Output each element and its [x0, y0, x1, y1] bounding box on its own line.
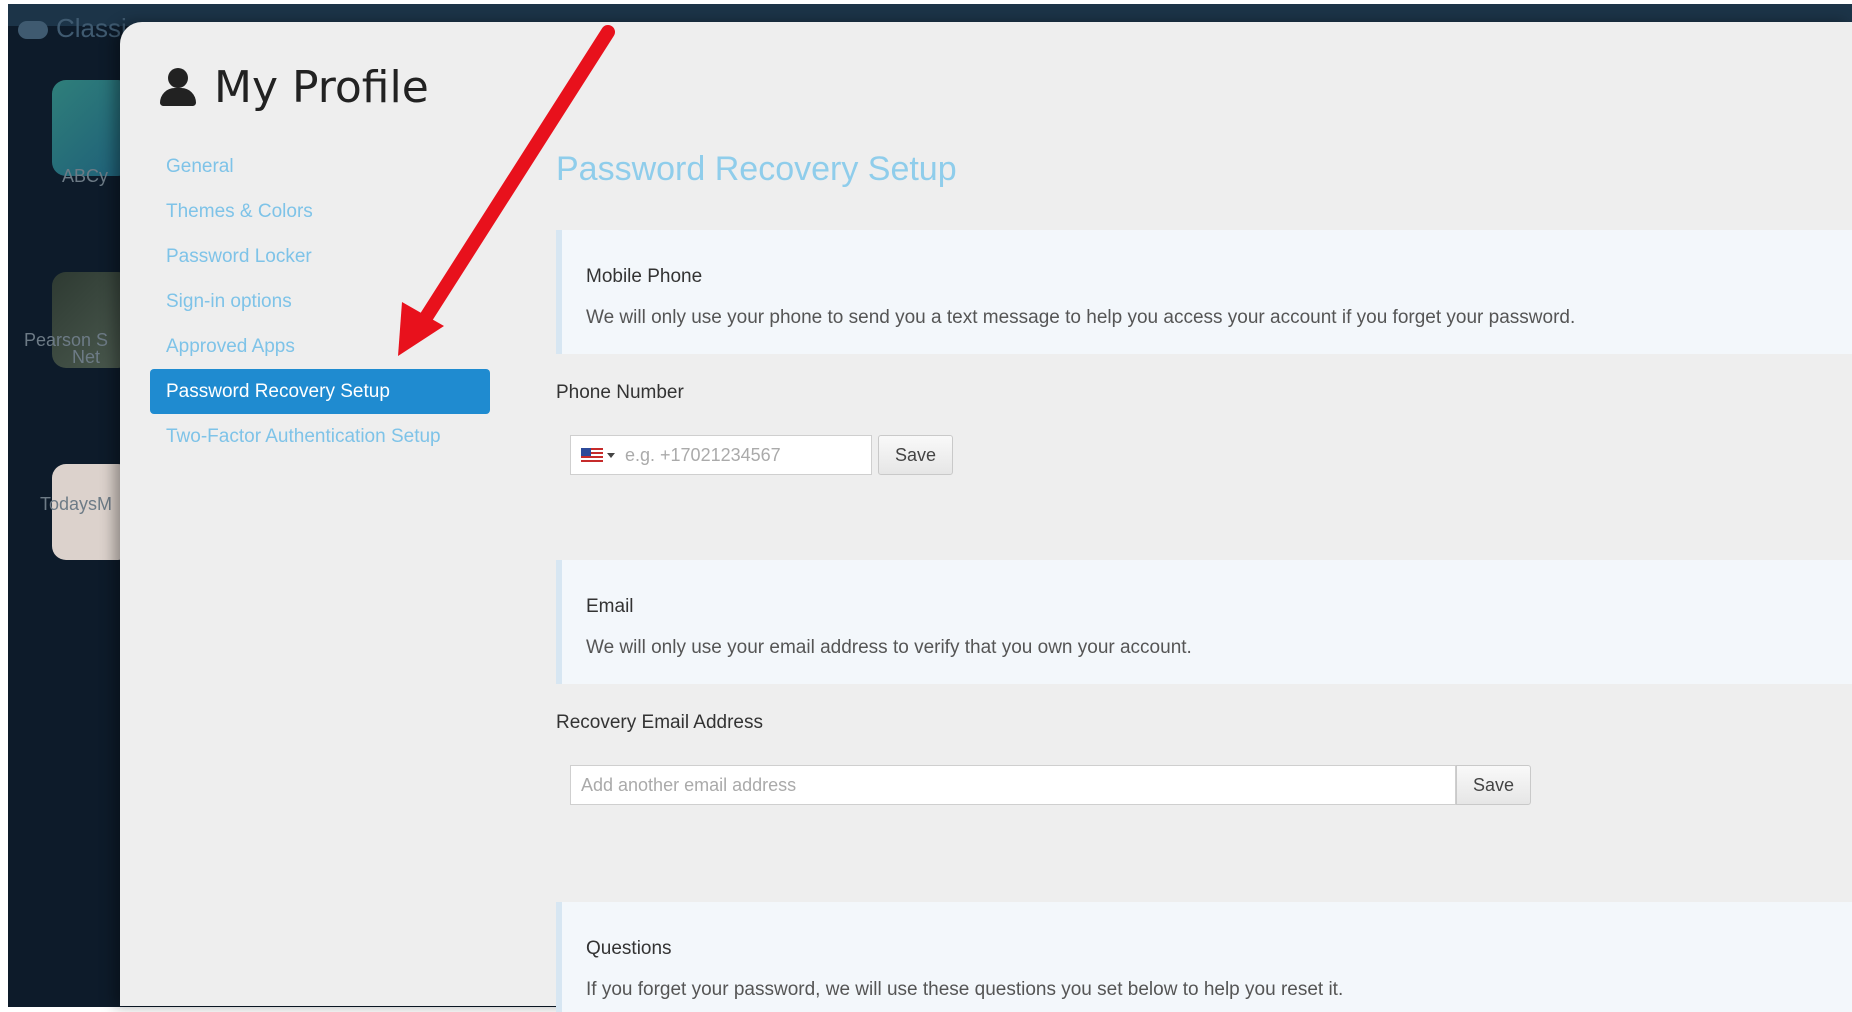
email-title: Email — [586, 596, 634, 617]
email-info: Email We will only use your email addres… — [556, 560, 1852, 684]
save-phone-button[interactable]: Save — [878, 435, 954, 475]
mobile-phone-title: Mobile Phone — [586, 266, 703, 287]
questions-title: Questions — [586, 938, 672, 959]
phone-placeholder: e.g. +17021234567 — [625, 444, 781, 465]
app-tile-label: ABCy — [62, 166, 109, 186]
save-email-button[interactable]: Save — [1456, 765, 1532, 805]
background-brand: Classi — [18, 4, 127, 52]
email-description: We will only use your email address to v… — [586, 637, 1192, 658]
questions-description: If you forget your password, we will use… — [586, 979, 1344, 1000]
nav-item-password-locker[interactable]: Password Locker — [150, 234, 490, 279]
recovery-email-label: Recovery Email Address — [556, 712, 763, 733]
mobile-phone-description: We will only use your phone to send you … — [586, 307, 1576, 328]
nav-item-sign-in-options[interactable]: Sign-in options — [150, 279, 490, 324]
nav-item-password-recovery-setup[interactable]: Password Recovery Setup — [150, 369, 490, 414]
recovery-email-field[interactable]: Add another email address — [570, 765, 1456, 805]
nav-item-approved-apps[interactable]: Approved Apps — [150, 324, 490, 369]
email-input-group: Add another email address Save — [570, 765, 1532, 805]
email-placeholder: Add another email address — [581, 774, 797, 795]
my-profile-panel: My Profile General Themes & Colors Passw… — [120, 22, 1852, 1012]
nav-item-themes-colors[interactable]: Themes & Colors — [150, 189, 490, 234]
phone-input-group: e.g. +17021234567 Save — [570, 435, 954, 475]
nav-item-general[interactable]: General — [150, 144, 490, 189]
nav-item-two-factor-authentication[interactable]: Two-Factor Authentication Setup — [150, 414, 490, 459]
app-tile-label: TodaysM — [40, 494, 113, 514]
app-tile-label: Net — [72, 347, 101, 367]
profile-nav: General Themes & Colors Password Locker … — [150, 144, 490, 459]
phone-number-label: Phone Number — [556, 382, 684, 403]
phone-field[interactable]: e.g. +17021234567 — [570, 435, 872, 475]
questions-info: Questions If you forget your password, w… — [556, 902, 1852, 1012]
cloud-icon — [18, 21, 48, 40]
page-title: My Profile — [214, 62, 429, 113]
profile-header: My Profile — [160, 62, 429, 113]
caret-down-icon — [607, 452, 615, 458]
mobile-phone-info: Mobile Phone We will only use your phone… — [556, 230, 1852, 354]
country-select[interactable] — [571, 448, 625, 462]
us-flag-icon — [581, 448, 603, 462]
section-title: Password Recovery Setup — [556, 150, 957, 188]
user-icon — [160, 67, 196, 108]
